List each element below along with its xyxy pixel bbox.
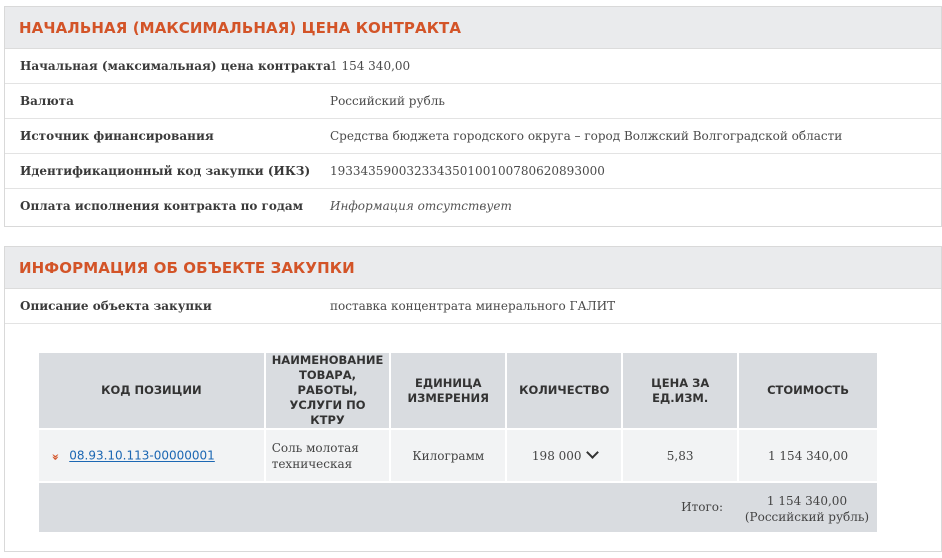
double-chevron-down-icon[interactable]: ›› (48, 453, 63, 457)
column-header-code: КОД ПОЗИЦИИ (39, 353, 266, 428)
total-label: Итого: (681, 500, 723, 514)
procurement-object-section: ИНФОРМАЦИЯ ОБ ОБЪЕКТЕ ЗАКУПКИ Описание о… (4, 246, 942, 552)
cell-unit-price: 5,83 (623, 428, 740, 481)
info-label: Источник финансирования (20, 129, 214, 143)
cell-unit: Килограмм (391, 428, 508, 481)
total-value: 1 154 340,00 (Российский рубль) (737, 493, 877, 525)
price-section: НАЧАЛЬНАЯ (МАКСИМАЛЬНАЯ) ЦЕНА КОНТРАКТА … (4, 6, 942, 227)
column-header-quantity: КОЛИЧЕСТВО (507, 353, 624, 428)
table-row: ›› 08.93.10.113-00000001 Соль молотая те… (39, 428, 877, 481)
quantity-value: 198 000 (531, 448, 582, 463)
price-section-title: НАЧАЛЬНАЯ (МАКСИМАЛЬНАЯ) ЦЕНА КОНТРАКТА (19, 18, 462, 37)
object-section-header: ИНФОРМАЦИЯ ОБ ОБЪЕКТЕ ЗАКУПКИ (5, 247, 941, 289)
cell-name: Соль молотая техническая (265, 428, 392, 481)
table-header-row: КОД ПОЗИЦИИ НАИМЕНОВАНИЕ ТОВАРА, РАБОТЫ,… (39, 353, 877, 428)
info-row-funding-source: Источник финансирования Средства бюджета… (5, 119, 941, 154)
column-header-unit: ЕДИНИЦА ИЗМЕРЕНИЯ (391, 353, 508, 428)
info-value: Российский рубль (330, 94, 445, 108)
column-header-unit-price: ЦЕНА ЗА ЕД.ИЗМ. (623, 353, 740, 428)
cell-cost: 1 154 340,00 (739, 428, 877, 481)
info-row-nmck: Начальная (максимальная) цена контракта … (5, 49, 941, 84)
total-amount: 1 154 340,00 (766, 494, 848, 508)
column-header-name: НАИМЕНОВАНИЕ ТОВАРА, РАБОТЫ, УСЛУГИ ПО К… (265, 353, 392, 428)
info-label: Описание объекта закупки (20, 299, 212, 313)
price-section-header: НАЧАЛЬНАЯ (МАКСИМАЛЬНАЯ) ЦЕНА КОНТРАКТА (5, 7, 941, 49)
info-row-payment-by-years: Оплата исполнения контракта по годам Инф… (5, 189, 941, 224)
info-value: Информация отсутствует (330, 199, 512, 213)
positions-table-wrapper: КОД ПОЗИЦИИ НАИМЕНОВАНИЕ ТОВАРА, РАБОТЫ,… (39, 353, 877, 532)
table-total-row: Итого: 1 154 340,00 (Российский рубль) (39, 483, 877, 532)
positions-table: КОД ПОЗИЦИИ НАИМЕНОВАНИЕ ТОВАРА, РАБОТЫ,… (39, 353, 877, 481)
info-value: 193343590032334350100100780620893000 (330, 164, 605, 178)
cell-code: ›› 08.93.10.113-00000001 (39, 428, 266, 481)
price-info-list: Начальная (максимальная) цена контракта … (5, 49, 941, 224)
info-row-currency: Валюта Российский рубль (5, 84, 941, 119)
info-row-ikz: Идентификационный код закупки (ИКЗ) 1933… (5, 154, 941, 189)
total-currency: (Российский рубль) (744, 510, 870, 524)
info-label: Начальная (максимальная) цена контракта (20, 59, 331, 73)
info-value: 1 154 340,00 (330, 59, 411, 73)
info-label: Оплата исполнения контракта по годам (20, 199, 304, 213)
info-value: поставка концентрата минерального ГАЛИТ (330, 299, 616, 313)
column-header-cost: СТОИМОСТЬ (739, 353, 877, 428)
object-section-title: ИНФОРМАЦИЯ ОБ ОБЪЕКТЕ ЗАКУПКИ (19, 258, 355, 277)
position-code-link[interactable]: 08.93.10.113-00000001 (69, 449, 215, 463)
info-label: Идентификационный код закупки (ИКЗ) (20, 164, 311, 178)
info-value: Средства бюджета городского округа – гор… (330, 129, 843, 143)
cell-quantity: 198 000 (507, 428, 624, 481)
info-row-object-description: Описание объекта закупки поставка концен… (5, 289, 941, 324)
chevron-down-icon[interactable] (585, 445, 599, 459)
info-label: Валюта (20, 94, 74, 108)
